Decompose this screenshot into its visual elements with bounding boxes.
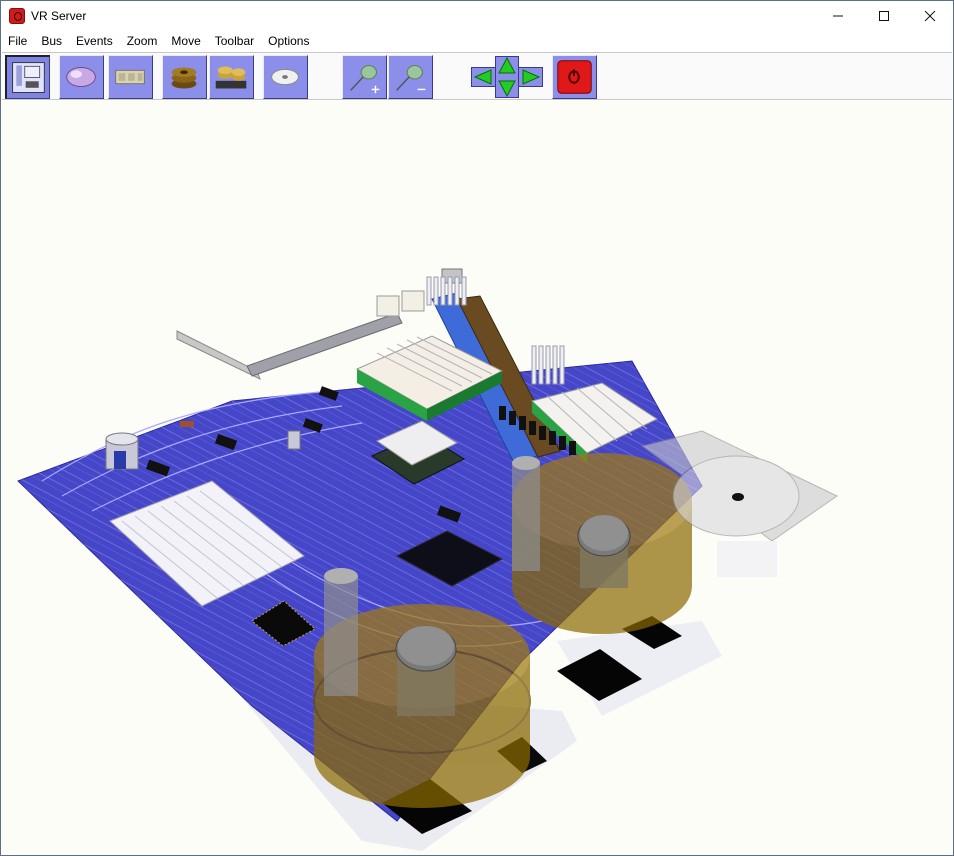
arrow-up-icon[interactable] (498, 57, 516, 74)
capacitor (105, 432, 139, 470)
toolbar (2, 52, 952, 100)
menu-options[interactable]: Options (261, 32, 316, 52)
app-icon (9, 8, 25, 24)
disc-button[interactable] (263, 55, 308, 99)
close-button[interactable] (907, 1, 953, 31)
3d-viewport[interactable] (2, 101, 952, 855)
window-title: VR Server (31, 9, 87, 23)
disc-icon (271, 68, 299, 86)
menu-events[interactable]: Events (69, 32, 120, 52)
resistor (180, 421, 194, 427)
move-controls (471, 56, 543, 98)
maximize-button[interactable] (861, 1, 907, 31)
menu-toolbar[interactable]: Toolbar (208, 32, 261, 52)
arrow-left-icon[interactable] (473, 69, 493, 85)
arrow-down-icon[interactable] (498, 80, 516, 97)
io-port (401, 290, 425, 312)
motherboard-render[interactable] (2, 101, 952, 855)
disk-stack-button[interactable] (162, 55, 207, 99)
disk-stack-icon (171, 67, 197, 89)
mouse-button[interactable] (59, 55, 104, 99)
chips-icon (115, 69, 145, 85)
mouse-icon (66, 66, 96, 88)
menu-zoom[interactable]: Zoom (120, 32, 165, 52)
io-port (376, 295, 400, 317)
menu-move[interactable]: Move (164, 32, 207, 52)
drive-connector (717, 541, 777, 577)
stop-icon (557, 60, 592, 94)
zoom-in-icon (350, 65, 380, 94)
spindle (577, 515, 631, 588)
stop-button[interactable] (552, 55, 597, 99)
capacitor (287, 430, 301, 450)
title-bar[interactable]: VR Server (1, 1, 953, 31)
motherboard-icon (12, 62, 45, 93)
zoom-in-button[interactable] (342, 55, 387, 99)
app-window: VR Server File Bus Events Zoom Move Tool… (0, 0, 954, 856)
actuator-arm (324, 568, 358, 696)
maximize-icon (879, 11, 889, 21)
chips-button[interactable] (108, 55, 153, 99)
spindle (395, 626, 457, 716)
disc-hub (732, 493, 744, 501)
menu-bar: File Bus Events Zoom Move Toolbar Option… (1, 32, 953, 52)
menu-file[interactable]: File (1, 32, 34, 52)
io-bracket (176, 330, 261, 380)
minimize-button[interactable] (815, 1, 861, 31)
zoom-out-button[interactable] (388, 55, 433, 99)
close-icon (924, 10, 936, 22)
board-view-button[interactable] (5, 55, 50, 99)
actuator-arm (512, 456, 540, 571)
zoom-out-icon (396, 65, 426, 91)
gear-stack-icon (215, 66, 247, 89)
minimize-icon (833, 15, 843, 17)
arrow-right-icon[interactable] (521, 69, 541, 85)
gear-stack-button[interactable] (209, 55, 254, 99)
menu-bus[interactable]: Bus (34, 32, 69, 52)
